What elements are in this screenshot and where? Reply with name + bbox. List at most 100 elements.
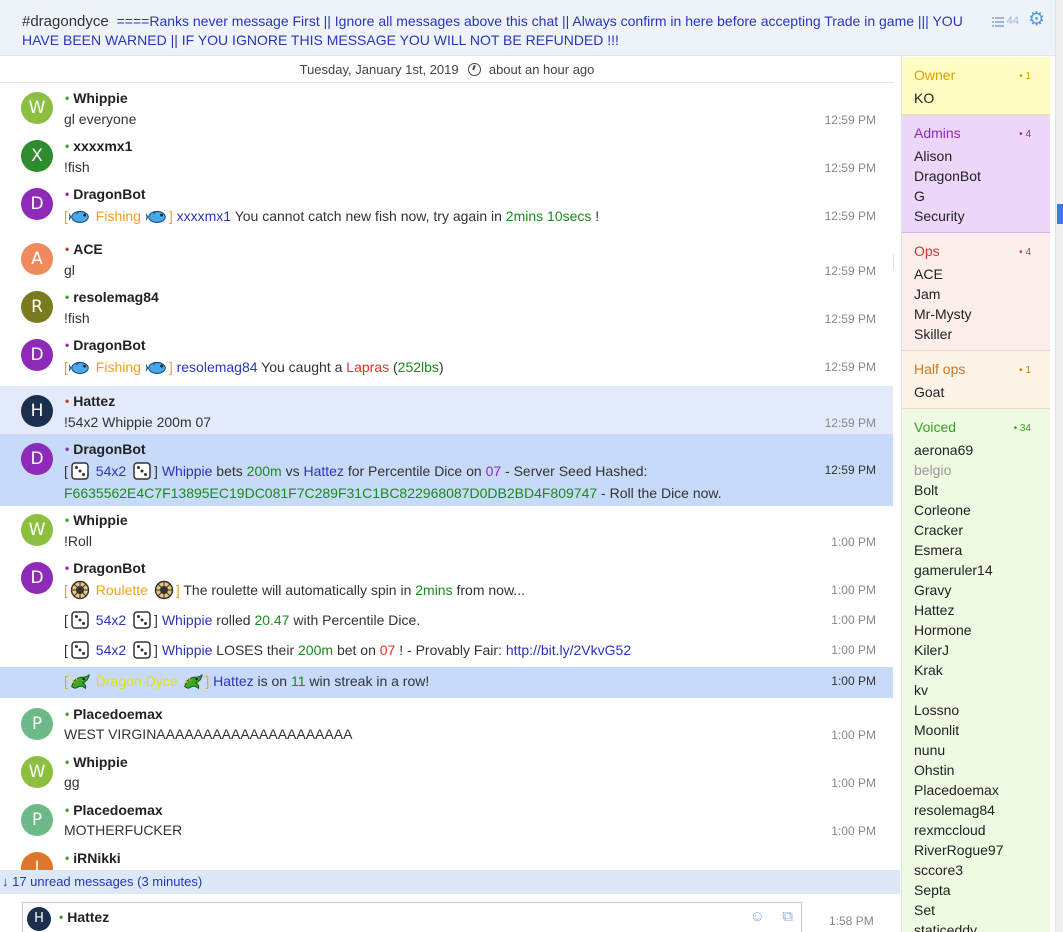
user-item[interactable]: nunu [914, 740, 1039, 760]
user-item[interactable]: staticeddy [914, 920, 1039, 932]
message-nick[interactable]: • DragonBot [65, 337, 146, 353]
message-list[interactable]: W • Whippie gl everyone 12:59 PM X • xxxxm… [0, 84, 894, 870]
message-scroll-indicator[interactable] [893, 254, 894, 270]
user-item[interactable]: resolemag84 [914, 800, 1039, 820]
message-nick[interactable]: • iRNikki [65, 850, 121, 866]
message-time: 12:59 PM [824, 360, 876, 374]
avatar[interactable]: W [21, 756, 53, 788]
message-time: 12:59 PM [824, 416, 876, 430]
date-text: Tuesday, January 1st, 2019 [299, 62, 459, 77]
user-item[interactable]: Mr-Mysty [914, 304, 1039, 324]
message-text: [ 54x2 ] Whippie LOSES their 200m bet on… [64, 642, 632, 658]
group-header: Owner • 1 [914, 67, 1031, 83]
avatar[interactable]: D [21, 443, 53, 475]
user-item[interactable]: Lossno [914, 700, 1039, 720]
message-nick[interactable]: • Whippie [65, 90, 128, 106]
mention-user[interactable]: xxxxmx1 [177, 208, 231, 224]
user-item[interactable]: Placedoemax [914, 780, 1039, 800]
user-item[interactable]: Septa [914, 880, 1039, 900]
scrollbar-thumb[interactable] [1057, 204, 1063, 224]
user-item[interactable]: Goat [914, 382, 1039, 402]
avatar[interactable]: H [21, 395, 53, 427]
user-item[interactable]: Set [914, 900, 1039, 920]
avatar[interactable]: W [21, 92, 53, 124]
user-item[interactable]: Ohstin [914, 760, 1039, 780]
roulette-icon [69, 580, 91, 600]
mention-user[interactable]: Hattez [213, 673, 253, 689]
user-item[interactable]: Bolt [914, 480, 1039, 500]
message-input[interactable]: H • Hattez ☺ ⧉ [22, 902, 802, 932]
message-time: 1:00 PM [831, 824, 876, 838]
message-nick[interactable]: • Whippie [65, 754, 128, 770]
avatar[interactable]: R [21, 291, 53, 323]
user-item[interactable]: gameruler14 [914, 560, 1039, 580]
user-item[interactable]: Esmera [914, 540, 1039, 560]
user-item[interactable]: Cracker [914, 520, 1039, 540]
user-item[interactable]: Hormone [914, 620, 1039, 640]
message-nick[interactable]: • DragonBot [65, 186, 146, 202]
avatar[interactable]: D [21, 339, 53, 371]
user-item[interactable]: Krak [914, 660, 1039, 680]
message-nick[interactable]: • DragonBot [65, 441, 146, 457]
message-nick[interactable]: • DragonBot [65, 560, 146, 576]
message-nick[interactable]: • Placedoemax [65, 706, 163, 722]
user-item[interactable]: G [914, 186, 1039, 206]
user-count[interactable]: 44 [991, 12, 1019, 31]
user-item[interactable]: KilerJ [914, 640, 1039, 660]
message-nick[interactable]: • Whippie [65, 512, 128, 528]
user-item[interactable]: ACE [914, 264, 1039, 284]
user-item[interactable]: Alison [914, 146, 1039, 166]
user-item[interactable]: Gravy [914, 580, 1039, 600]
avatar[interactable]: I [21, 852, 53, 870]
avatar[interactable]: X [21, 140, 53, 172]
message-nick[interactable]: • xxxxmx1 [65, 138, 132, 154]
provably-fair-link[interactable]: http://bit.ly/2VkvG52 [506, 642, 631, 658]
mention-user[interactable]: Hattez [303, 463, 343, 479]
user-item[interactable]: RiverRogue97 [914, 840, 1039, 860]
mention-user[interactable]: Whippie [162, 463, 213, 479]
user-item[interactable]: Jam [914, 284, 1039, 304]
mention-user[interactable]: Whippie [162, 642, 213, 658]
message-text: [ 54x2 ] Whippie rolled 20.47 with Perce… [64, 612, 421, 628]
avatar[interactable]: D [21, 562, 53, 594]
topic-text: ====Ranks never message First || Ignore … [22, 13, 963, 48]
message-time: 1:00 PM [831, 613, 876, 627]
avatar[interactable]: D [21, 188, 53, 220]
user-item[interactable]: Skiller [914, 324, 1039, 344]
message-nick[interactable]: • resolemag84 [65, 289, 159, 305]
avatar[interactable]: P [21, 804, 53, 836]
mention-user[interactable]: Whippie [162, 612, 213, 628]
tag-fishing: Fishing [95, 359, 141, 375]
gear-icon[interactable]: ⚙ [1028, 10, 1045, 29]
user-item[interactable]: aerona69 [914, 440, 1039, 460]
user-item[interactable]: KO [914, 88, 1039, 108]
user-item[interactable]: kv [914, 680, 1039, 700]
user-list[interactable]: Owner • 1 KO Admins • 4 Alison DragonBot G… [901, 57, 1050, 932]
tag-dragon-dyce: Dragon Dyce [95, 673, 178, 689]
user-item[interactable]: Security [914, 206, 1039, 226]
user-item[interactable]: Corleone [914, 500, 1039, 520]
input-time: 1:58 PM [829, 914, 874, 928]
message-nick[interactable]: • ACE [65, 241, 103, 257]
user-item[interactable]: sccore3 [914, 860, 1039, 880]
fish-icon [69, 206, 91, 226]
user-item[interactable]: belgio [914, 460, 1039, 480]
paste-icon[interactable]: ⧉ [782, 908, 793, 925]
avatar[interactable]: A [21, 243, 53, 275]
user-item[interactable]: rexmccloud [914, 820, 1039, 840]
message-nick[interactable]: • Placedoemax [65, 802, 163, 818]
avatar[interactable]: W [21, 514, 53, 546]
tag-54x2: 54x2 [95, 642, 127, 658]
message-text: !Roll [64, 533, 93, 549]
user-item[interactable]: Moonlit [914, 720, 1039, 740]
user-item[interactable]: Hattez [914, 600, 1039, 620]
message-row: X • xxxxmx1 !fish 12:59 PM [0, 132, 893, 180]
message-nick[interactable]: • Hattez [65, 393, 115, 409]
user-item[interactable]: DragonBot [914, 166, 1039, 186]
window-scrollbar[interactable] [1055, 0, 1063, 932]
unread-messages-bar[interactable]: ↓ 17 unread messages (3 minutes) [0, 870, 900, 894]
avatar[interactable]: P [21, 708, 53, 740]
message-row: W • Whippie !Roll 1:00 PM [0, 506, 893, 554]
emoji-icon[interactable]: ☺ [750, 908, 765, 925]
mention-user[interactable]: resolemag84 [177, 359, 258, 375]
